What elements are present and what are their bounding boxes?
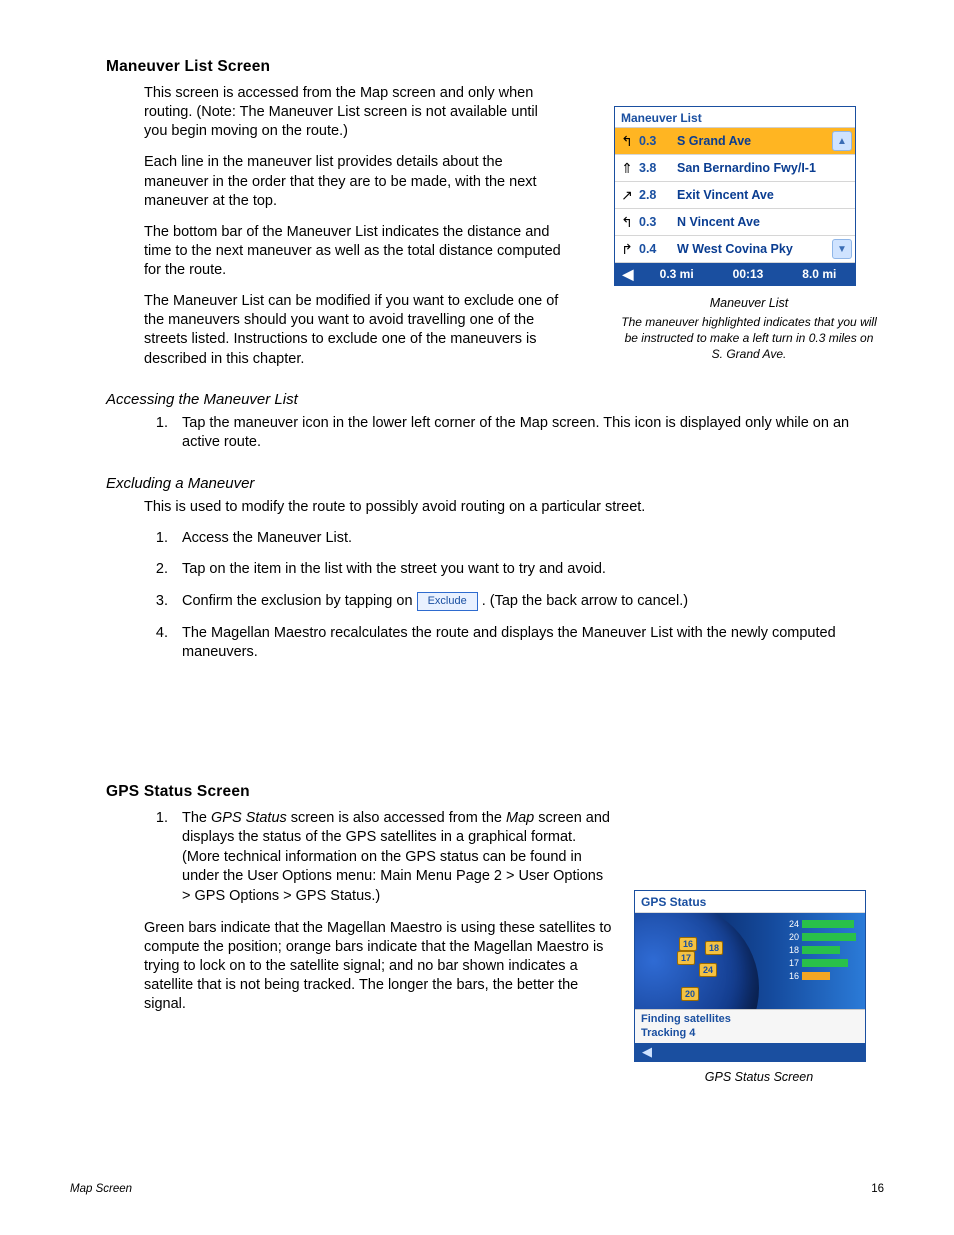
maneuver-distance: 3.8 bbox=[639, 161, 677, 175]
gps-signal-bars: 24 20 18 17 16 bbox=[783, 919, 859, 984]
back-arrow-icon[interactable]: ◀ bbox=[615, 266, 641, 283]
maneuver-list-screenshot: Maneuver List ↰0.3S Grand Ave▲⇑3.8San Be… bbox=[614, 106, 856, 286]
maneuver-street: Exit Vincent Ave bbox=[677, 188, 855, 202]
exit-icon: ↗ bbox=[615, 187, 639, 204]
next-maneuver-distance: 0.3 mi bbox=[641, 267, 712, 281]
paragraph: This is used to modify the route to poss… bbox=[144, 498, 884, 517]
maneuver-distance: 0.3 bbox=[639, 215, 677, 229]
signal-strength-bar bbox=[802, 972, 830, 980]
step-text: screen is also accessed from the bbox=[287, 810, 506, 826]
paragraph: The bottom bar of the Maneuver List indi… bbox=[144, 223, 564, 280]
signal-bar-row: 18 bbox=[783, 945, 859, 955]
step: The Magellan Maestro recalculates the ro… bbox=[172, 624, 884, 663]
next-maneuver-time: 00:13 bbox=[712, 267, 783, 281]
gps-status-text: Finding satellites Tracking 4 bbox=[635, 1009, 865, 1043]
maneuver-distance: 0.3 bbox=[639, 134, 677, 148]
heading-gps-status-screen: GPS Status Screen bbox=[106, 783, 884, 801]
scroll-up-icon[interactable]: ▲ bbox=[832, 131, 852, 151]
signal-strength-bar bbox=[802, 959, 848, 967]
satellite-id-label: 24 bbox=[783, 919, 799, 929]
gps-status-screenshot: GPS Status 1617182420 2420181716 Finding… bbox=[634, 890, 866, 1062]
step: Confirm the exclusion by tapping on Excl… bbox=[172, 592, 884, 612]
signal-strength-bar bbox=[802, 933, 856, 941]
satellite-icon: 18 bbox=[705, 941, 723, 955]
maneuver-distance: 2.8 bbox=[639, 188, 677, 202]
turn-right-icon: ↱ bbox=[615, 241, 639, 258]
step: Tap the maneuver icon in the lower left … bbox=[172, 414, 884, 453]
paragraph: Green bars indicate that the Magellan Ma… bbox=[144, 919, 614, 1015]
turn-left-icon: ↰ bbox=[615, 133, 639, 150]
paragraph: Each line in the maneuver list provides … bbox=[144, 153, 564, 210]
page-number: 16 bbox=[871, 1183, 884, 1195]
satellite-icon: 17 bbox=[677, 951, 695, 965]
maneuver-list-row[interactable]: ↗2.8Exit Vincent Ave bbox=[615, 182, 855, 209]
exclude-button[interactable]: Exclude bbox=[417, 592, 478, 611]
turn-left-icon: ↰ bbox=[615, 214, 639, 231]
step: Tap on the item in the list with the str… bbox=[172, 560, 884, 580]
maneuver-distance: 0.4 bbox=[639, 242, 677, 256]
maneuver-list-row[interactable]: ↰0.3N Vincent Ave bbox=[615, 209, 855, 236]
scroll-down-icon[interactable]: ▼ bbox=[832, 239, 852, 259]
figure-caption: GPS Status Screen bbox=[634, 1070, 884, 1084]
figure-gps-status: GPS Status 1617182420 2420181716 Finding… bbox=[634, 890, 884, 1084]
freeway-icon: ⇑ bbox=[615, 160, 639, 177]
maneuver-street: N Vincent Ave bbox=[677, 215, 855, 229]
signal-bar-row: 24 bbox=[783, 919, 859, 929]
signal-strength-bar bbox=[802, 946, 840, 954]
satellite-id-label: 20 bbox=[783, 932, 799, 942]
satellite-id-label: 18 bbox=[783, 945, 799, 955]
signal-bar-row: 20 bbox=[783, 932, 859, 942]
heading-maneuver-list-screen: Maneuver List Screen bbox=[106, 58, 884, 76]
maneuver-street: San Bernardino Fwy/I-1 bbox=[677, 161, 855, 175]
maneuver-list-bottom-bar: ◀ 0.3 mi 00:13 8.0 mi bbox=[615, 263, 855, 285]
route-total-distance: 8.0 mi bbox=[784, 267, 855, 281]
signal-bar-row: 17 bbox=[783, 958, 859, 968]
step-text: The bbox=[182, 810, 211, 826]
figure-caption: Maneuver List bbox=[614, 296, 884, 310]
signal-bar-row: 16 bbox=[783, 971, 859, 981]
maneuver-list-title: Maneuver List bbox=[615, 107, 855, 127]
figure-maneuver-list: Maneuver List ↰0.3S Grand Ave▲⇑3.8San Be… bbox=[614, 106, 884, 363]
satellite-icon: 16 bbox=[679, 937, 697, 951]
satellite-id-label: 17 bbox=[783, 958, 799, 968]
gps-status-line: Tracking 4 bbox=[641, 1027, 859, 1041]
step-text-italic: GPS Status bbox=[211, 810, 287, 826]
maneuver-list-row[interactable]: ⇑3.8San Bernardino Fwy/I-1 bbox=[615, 155, 855, 182]
signal-strength-bar bbox=[802, 920, 854, 928]
maneuver-street: S Grand Ave bbox=[677, 134, 832, 148]
step: Access the Maneuver List. bbox=[172, 529, 884, 549]
satellite-id-label: 16 bbox=[783, 971, 799, 981]
step: The GPS Status screen is also accessed f… bbox=[172, 809, 612, 907]
satellite-icon: 24 bbox=[699, 963, 717, 977]
gps-status-line: Finding satellites bbox=[641, 1013, 859, 1027]
step-text: . (Tap the back arrow to cancel.) bbox=[482, 593, 688, 609]
step-text: Confirm the exclusion by tapping on bbox=[182, 593, 417, 609]
paragraph: The Maneuver List can be modified if you… bbox=[144, 292, 564, 369]
heading-excluding-maneuver: Excluding a Maneuver bbox=[106, 475, 884, 492]
maneuver-list-row[interactable]: ↰0.3S Grand Ave▲ bbox=[615, 128, 855, 155]
maneuver-street: W West Covina Pky bbox=[677, 242, 832, 256]
maneuver-list-row[interactable]: ↱0.4W West Covina Pky▼ bbox=[615, 236, 855, 263]
paragraph: This screen is accessed from the Map scr… bbox=[144, 84, 564, 141]
step-text-italic: Map bbox=[506, 810, 534, 826]
satellite-icon: 20 bbox=[681, 987, 699, 1001]
heading-accessing-maneuver-list: Accessing the Maneuver List bbox=[106, 391, 884, 408]
figure-caption: The maneuver highlighted indicates that … bbox=[614, 314, 884, 363]
footer-section: Map Screen bbox=[70, 1183, 132, 1195]
back-arrow-icon[interactable]: ◀ bbox=[635, 1044, 659, 1060]
gps-bottom-bar: ◀ bbox=[635, 1043, 865, 1061]
gps-sky-view: 1617182420 2420181716 bbox=[635, 913, 865, 1009]
gps-status-title: GPS Status bbox=[635, 891, 865, 913]
